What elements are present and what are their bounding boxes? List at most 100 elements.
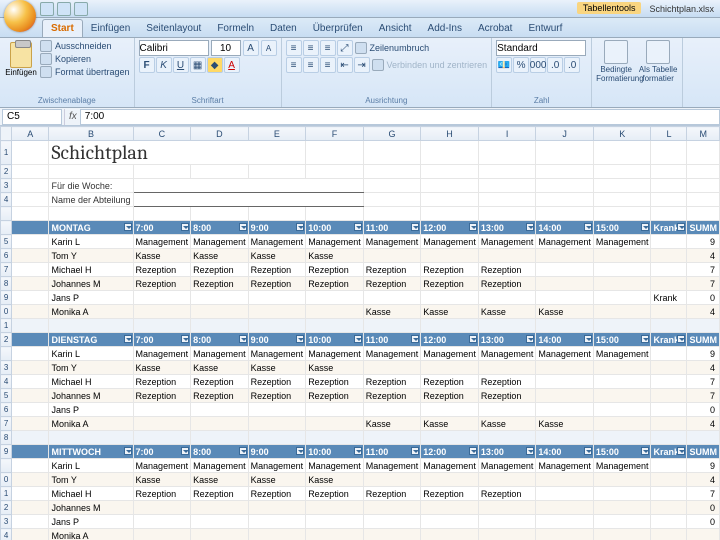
shift-cell[interactable]: Management — [536, 235, 594, 249]
fill-color-button[interactable]: ◆ — [207, 57, 223, 73]
shift-cell[interactable] — [536, 515, 594, 529]
merge-button[interactable]: Verbinden und zentrieren — [372, 59, 488, 71]
shift-cell[interactable] — [248, 305, 306, 319]
time-header[interactable]: 8:00 — [191, 221, 249, 235]
row-header[interactable]: 9 — [1, 291, 12, 305]
filter-dropdown-icon[interactable] — [469, 447, 477, 455]
col-header-K[interactable]: K — [593, 127, 651, 141]
cell[interactable] — [12, 333, 49, 347]
employee-name[interactable]: Tom Y — [49, 361, 133, 375]
shift-cell[interactable]: Management — [593, 347, 651, 361]
cell[interactable] — [593, 179, 651, 193]
krank-cell[interactable] — [651, 249, 687, 263]
time-header[interactable]: 15:00 — [593, 333, 651, 347]
sum-cell[interactable]: 7 — [687, 375, 720, 389]
filter-dropdown-icon[interactable] — [354, 335, 362, 343]
cell[interactable] — [12, 207, 49, 221]
cell[interactable] — [593, 193, 651, 207]
filter-dropdown-icon[interactable] — [411, 335, 419, 343]
cell[interactable] — [536, 179, 594, 193]
shift-cell[interactable]: Rezeption — [191, 263, 249, 277]
border-button[interactable]: ▦ — [190, 57, 206, 73]
shift-cell[interactable] — [363, 291, 421, 305]
time-header[interactable]: 12:00 — [421, 445, 479, 459]
shift-cell[interactable]: Rezeption — [363, 277, 421, 291]
row-header[interactable]: 3 — [1, 179, 12, 193]
font-color-button[interactable]: A — [224, 57, 240, 73]
cell[interactable] — [593, 165, 651, 179]
krank-cell[interactable] — [651, 305, 687, 319]
orientation-button[interactable]: ⤢ — [337, 40, 353, 56]
shift-cell[interactable] — [478, 515, 536, 529]
shift-cell[interactable]: Rezeption — [478, 263, 536, 277]
shift-cell[interactable] — [593, 361, 651, 375]
shift-cell[interactable] — [191, 417, 249, 431]
sum-cell[interactable]: 9 — [687, 459, 720, 473]
row-header[interactable]: 8 — [1, 277, 12, 291]
krank-cell[interactable] — [651, 235, 687, 249]
shift-cell[interactable]: Kasse — [306, 361, 364, 375]
cell[interactable] — [133, 207, 191, 221]
shift-cell[interactable] — [306, 291, 364, 305]
krank-cell[interactable] — [651, 529, 687, 540]
align-center-button[interactable]: ≡ — [303, 57, 319, 73]
shift-cell[interactable] — [421, 249, 479, 263]
col-header-A[interactable]: A — [12, 127, 49, 141]
time-header[interactable]: 8:00 — [191, 445, 249, 459]
shift-cell[interactable] — [593, 389, 651, 403]
shift-cell[interactable] — [248, 515, 306, 529]
shift-cell[interactable]: Kasse — [306, 249, 364, 263]
row-header[interactable]: 6 — [1, 403, 12, 417]
tab-acrobat[interactable]: Acrobat — [470, 20, 520, 37]
cell[interactable] — [12, 277, 49, 291]
krank-header[interactable]: Krank? — [651, 221, 687, 235]
shift-cell[interactable] — [133, 529, 191, 540]
shift-cell[interactable] — [191, 501, 249, 515]
cell[interactable] — [49, 319, 133, 333]
shift-cell[interactable]: Rezeption — [248, 277, 306, 291]
shift-cell[interactable] — [421, 473, 479, 487]
row-header[interactable]: 2 — [1, 165, 12, 179]
shift-cell[interactable]: Rezeption — [421, 487, 479, 501]
filter-dropdown-icon[interactable] — [124, 223, 132, 231]
krank-cell[interactable]: Krank — [651, 291, 687, 305]
shift-cell[interactable] — [536, 529, 594, 540]
shift-cell[interactable]: Management — [133, 235, 191, 249]
shift-cell[interactable]: Rezeption — [133, 487, 191, 501]
sum-cell[interactable]: 0 — [687, 515, 720, 529]
filter-dropdown-icon[interactable] — [239, 223, 247, 231]
cell[interactable] — [12, 249, 49, 263]
filter-dropdown-icon[interactable] — [181, 335, 189, 343]
shift-cell[interactable] — [536, 263, 594, 277]
wrap-text-button[interactable]: Zeilenumbruch — [355, 42, 430, 54]
time-header[interactable]: 13:00 — [478, 445, 536, 459]
shift-cell[interactable] — [593, 249, 651, 263]
krank-cell[interactable] — [651, 459, 687, 473]
time-header[interactable]: 10:00 — [306, 445, 364, 459]
employee-name[interactable]: Monika A — [49, 417, 133, 431]
shift-cell[interactable] — [478, 403, 536, 417]
shift-cell[interactable] — [191, 403, 249, 417]
tab-seitenlayout[interactable]: Seitenlayout — [138, 20, 209, 37]
shift-cell[interactable] — [421, 291, 479, 305]
cell[interactable] — [191, 319, 249, 333]
shift-cell[interactable]: Rezeption — [421, 263, 479, 277]
shift-cell[interactable] — [306, 501, 364, 515]
filter-dropdown-icon[interactable] — [239, 335, 247, 343]
shift-cell[interactable]: Management — [478, 235, 536, 249]
cell[interactable] — [306, 165, 364, 179]
sum-cell[interactable]: 7 — [687, 389, 720, 403]
name-box[interactable]: C5 — [2, 109, 62, 125]
sum-cell[interactable]: 4 — [687, 361, 720, 375]
cell[interactable] — [12, 291, 49, 305]
shift-cell[interactable]: Management — [306, 235, 364, 249]
format-as-table-button[interactable]: Als Tabelle formatier — [638, 40, 678, 83]
decrease-indent-button[interactable]: ⇤ — [337, 57, 353, 73]
sum-cell[interactable]: 4 — [687, 417, 720, 431]
filter-dropdown-icon[interactable] — [584, 335, 592, 343]
cell[interactable] — [12, 529, 49, 540]
cell[interactable] — [12, 473, 49, 487]
krank-cell[interactable] — [651, 361, 687, 375]
krank-cell[interactable] — [651, 487, 687, 501]
shift-cell[interactable]: Management — [363, 235, 421, 249]
